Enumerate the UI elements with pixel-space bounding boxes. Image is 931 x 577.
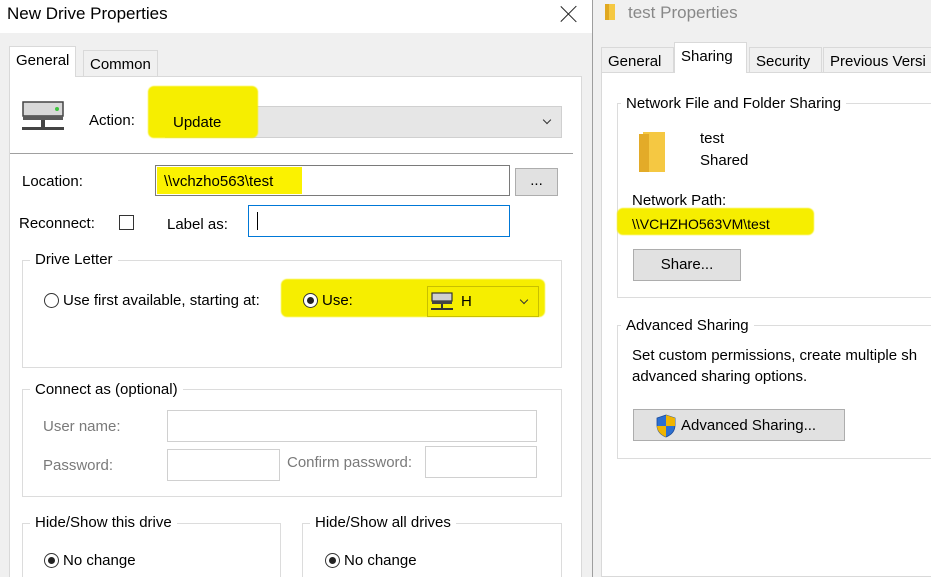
hide-show-all-group-label: Hide/Show all drives <box>310 514 456 531</box>
connect-as-group <box>22 389 562 497</box>
hide-show-all-group <box>302 523 562 577</box>
window-title: New Drive Properties <box>7 4 168 23</box>
all-no-change-radio[interactable] <box>325 553 340 568</box>
password-label: Password: <box>43 457 114 474</box>
tab-general[interactable]: General <box>601 47 674 75</box>
test-properties-window: test Properties General Sharing Security… <box>593 0 931 577</box>
tab-common[interactable]: Common <box>83 50 158 78</box>
folder-name: test <box>700 130 725 147</box>
share-button[interactable]: Share... <box>633 249 741 281</box>
browse-button[interactable]: ... <box>515 168 558 196</box>
tab-security[interactable]: Security <box>749 47 822 75</box>
hide-show-drive-group-label: Hide/Show this drive <box>30 514 177 531</box>
advanced-sharing-group-label: Advanced Sharing <box>621 317 754 334</box>
close-icon[interactable] <box>556 1 582 27</box>
advanced-sharing-button[interactable]: Advanced Sharing... <box>633 409 845 441</box>
network-drive-icon <box>22 101 64 130</box>
tab-sharing[interactable]: Sharing <box>674 42 747 73</box>
action-label: Action: <box>89 112 135 129</box>
drive-no-change-label: No change <box>63 552 136 569</box>
drive-letter-group-label: Drive Letter <box>30 251 118 268</box>
reconnect-label: Reconnect: <box>19 215 95 232</box>
drive-no-change-radio[interactable] <box>44 553 59 568</box>
chevron-down-icon <box>542 115 552 125</box>
user-name-label: User name: <box>43 418 121 435</box>
folder-icon <box>605 4 615 20</box>
text-cursor <box>257 212 258 230</box>
advanced-description-line2: advanced sharing options. <box>632 368 808 385</box>
location-value: \\vchzho563\test <box>164 173 274 190</box>
connect-as-group-label: Connect as (optional) <box>30 381 183 398</box>
all-no-change-label: No change <box>344 552 417 569</box>
location-label: Location: <box>22 173 83 190</box>
tab-previous-versions[interactable]: Previous Versi <box>823 47 931 75</box>
drive-icon <box>431 292 453 310</box>
confirm-password-input[interactable] <box>425 446 537 478</box>
network-path-value: \\VCHZHO563VM\test <box>632 216 770 232</box>
action-value: Update <box>173 114 222 131</box>
hide-show-drive-group <box>22 523 281 577</box>
window-title: test Properties <box>628 3 738 22</box>
network-path-label: Network Path: <box>632 192 727 209</box>
shield-icon <box>656 414 676 438</box>
use-label: Use: <box>322 292 353 309</box>
label-as-label: Label as: <box>167 216 228 233</box>
confirm-password-label: Confirm password: <box>287 454 413 471</box>
use-first-available-label: Use first available, starting at: <box>63 292 260 309</box>
drive-letter-value: H <box>461 293 472 310</box>
use-radio[interactable] <box>303 293 318 308</box>
chevron-down-icon <box>519 295 529 305</box>
advanced-sharing-button-label: Advanced Sharing... <box>681 417 817 434</box>
folder-state: Shared <box>700 152 749 169</box>
tab-general[interactable]: General <box>9 46 77 77</box>
password-input[interactable] <box>167 449 280 481</box>
new-drive-properties-window: New Drive Properties General Common Acti… <box>0 0 592 577</box>
label-as-input[interactable] <box>248 205 510 237</box>
advanced-description-line1: Set custom permissions, create multiple … <box>632 347 918 364</box>
reconnect-checkbox[interactable] <box>119 215 134 230</box>
user-name-input[interactable] <box>167 410 537 442</box>
folder-icon <box>639 132 665 172</box>
use-first-available-radio[interactable] <box>44 293 59 308</box>
network-sharing-group-label: Network File and Folder Sharing <box>621 95 847 112</box>
separator-line <box>10 153 573 154</box>
